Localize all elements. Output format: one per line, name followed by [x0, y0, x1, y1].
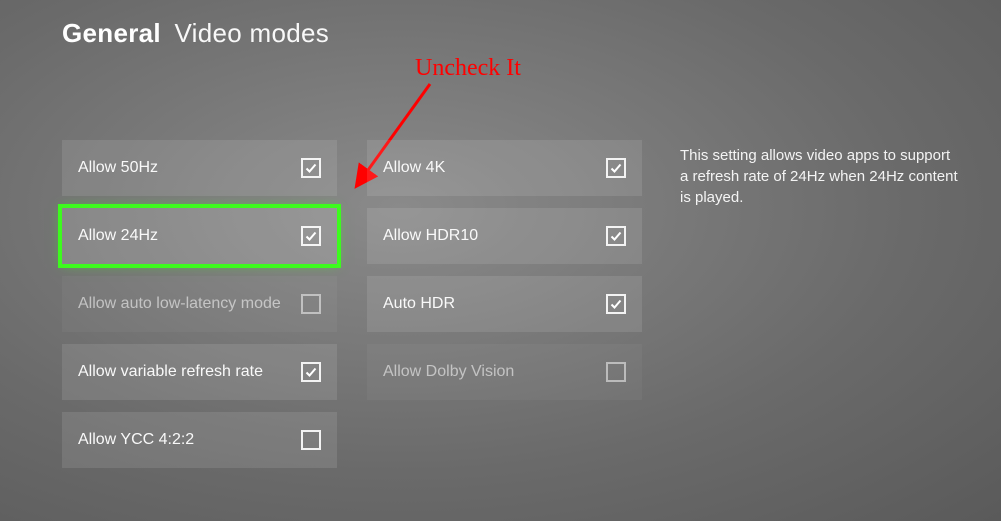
option-allow-4k[interactable]: Allow 4K	[367, 140, 642, 196]
checkbox-icon[interactable]	[301, 158, 321, 178]
options-container: Allow 50Hz Allow 24Hz Allow auto low-laten…	[62, 140, 642, 468]
option-allow-50hz[interactable]: Allow 50Hz	[62, 140, 337, 196]
option-label: Allow YCC 4:2:2	[78, 431, 194, 449]
option-allow-auto-low-latency-mode[interactable]: Allow auto low-latency mode	[62, 276, 337, 332]
option-allow-variable-refresh-rate[interactable]: Allow variable refresh rate	[62, 344, 337, 400]
option-label: Allow 4K	[383, 159, 445, 177]
checkbox-icon[interactable]	[301, 226, 321, 246]
left-column: Allow 50Hz Allow 24Hz Allow auto low-laten…	[62, 140, 337, 468]
checkbox-icon[interactable]	[606, 226, 626, 246]
option-label: Allow 50Hz	[78, 159, 158, 177]
option-allow-24hz[interactable]: Allow 24Hz	[62, 208, 337, 264]
option-label: Auto HDR	[383, 295, 455, 313]
page-header: General Video modes	[62, 18, 329, 49]
checkbox-icon[interactable]	[301, 294, 321, 314]
option-label: Allow auto low-latency mode	[78, 295, 281, 313]
option-label: Allow 24Hz	[78, 227, 158, 245]
header-title: Video modes	[174, 18, 329, 48]
option-allow-dolby-vision[interactable]: Allow Dolby Vision	[367, 344, 642, 400]
option-description: This setting allows video apps to suppor…	[680, 145, 960, 208]
annotation-label: Uncheck It	[415, 55, 521, 82]
checkbox-icon[interactable]	[606, 362, 626, 382]
checkbox-icon[interactable]	[301, 362, 321, 382]
checkbox-icon[interactable]	[301, 430, 321, 450]
header-category: General	[62, 18, 161, 48]
option-label: Allow Dolby Vision	[383, 363, 514, 381]
option-auto-hdr[interactable]: Auto HDR	[367, 276, 642, 332]
option-label: Allow variable refresh rate	[78, 363, 263, 381]
right-column: Allow 4K Allow HDR10 Auto HDR Allow Dolby V…	[367, 140, 642, 468]
option-allow-hdr10[interactable]: Allow HDR10	[367, 208, 642, 264]
option-label: Allow HDR10	[383, 227, 478, 245]
checkbox-icon[interactable]	[606, 158, 626, 178]
option-allow-ycc-4-2-2[interactable]: Allow YCC 4:2:2	[62, 412, 337, 468]
checkbox-icon[interactable]	[606, 294, 626, 314]
